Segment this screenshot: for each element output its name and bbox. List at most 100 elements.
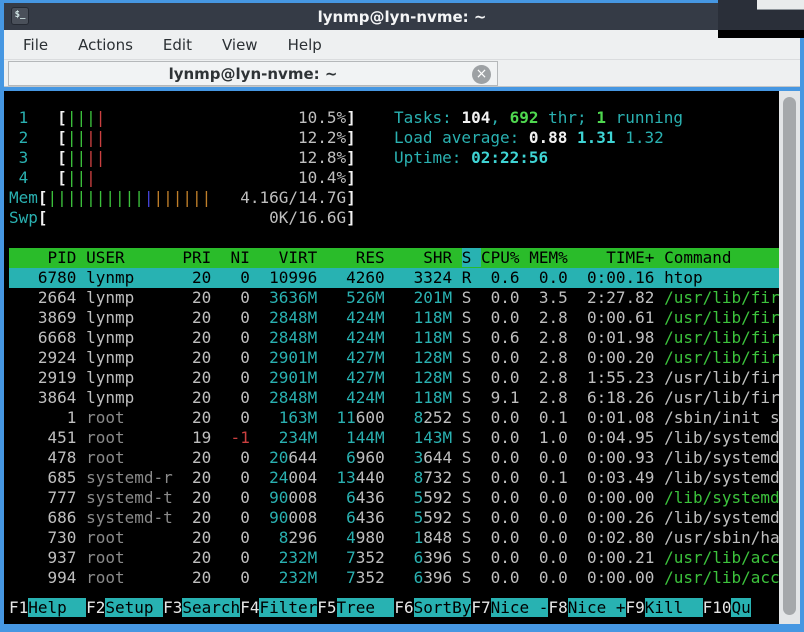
meter-bar-red: | <box>95 108 106 127</box>
cell-pri: 20 <box>182 548 221 567</box>
fkey-label-help[interactable]: Help <box>28 598 87 617</box>
cell-pid: 478 <box>9 448 87 467</box>
cell-mem: 0.0 <box>529 488 578 507</box>
cell-cpu: 0.0 <box>481 288 530 307</box>
cell-user: lynmp <box>86 268 183 287</box>
fkey-f2[interactable]: F2 <box>86 598 105 617</box>
fkey-label-kill[interactable]: Kill <box>644 598 703 617</box>
cell-mem: 0.0 <box>529 528 578 547</box>
cell-mem: 0.0 <box>529 568 578 587</box>
process-row-6780[interactable]: 6780 lynmp 20 0 10996 4260 3324 R 0.6 0.… <box>9 268 784 288</box>
terminal-tab[interactable]: lynmp@lyn-nvme: ~ × <box>8 61 498 86</box>
htop-terminal[interactable]: 1 [|||| 10.5%] 2 [|||| 12.2%] 3 [|||| 12… <box>4 91 800 624</box>
column-header-ni[interactable]: NI <box>221 248 260 267</box>
process-row-2919[interactable]: 2919 lynmp 20 0 2901M 427M 128M S 0.0 2.… <box>9 368 784 388</box>
fkey-f3[interactable]: F3 <box>163 598 182 617</box>
fkey-label-setup[interactable]: Setup <box>105 598 164 617</box>
tasks-segment: thr; <box>538 108 597 127</box>
cell-pad <box>259 508 269 527</box>
menu-item-file[interactable]: File <box>8 33 63 57</box>
swap-meter: Swp[ 0K/16.6G] <box>9 208 784 228</box>
cell-user: root <box>86 408 183 427</box>
cell-ni: 0 <box>220 288 260 307</box>
meter-value: 12.8% <box>298 148 347 167</box>
cell-ni: -1 <box>220 428 260 447</box>
menu-item-actions[interactable]: Actions <box>63 33 148 57</box>
close-icon[interactable]: × <box>472 65 491 84</box>
cell-cmd: /usr/lib/acc <box>664 568 780 587</box>
column-header-s[interactable]: S <box>461 248 482 267</box>
column-header-mem[interactable]: MEM% <box>529 248 577 267</box>
scrollbar[interactable] <box>779 91 800 624</box>
cell-s: S <box>461 288 482 307</box>
column-header-cpu[interactable]: CPU% <box>481 248 529 267</box>
menu-item-view[interactable]: View <box>207 33 273 57</box>
process-row-937[interactable]: 937 root 20 0 232M 7352 6396 S 0.0 0.0 0… <box>9 548 784 568</box>
column-header-shr[interactable]: SHR <box>394 248 461 267</box>
meter-bar-blue: | <box>143 188 154 207</box>
fkey-label-sortby[interactable]: SortBy <box>413 598 472 617</box>
cell-pad <box>327 528 346 547</box>
cell-pri: 20 <box>182 388 221 407</box>
fkey-f10[interactable]: F10 <box>703 598 732 617</box>
fkey-f9[interactable]: F9 <box>626 598 645 617</box>
cell-res: 424M <box>326 308 395 327</box>
menu-item-help[interactable]: Help <box>273 33 337 57</box>
cell-cpu: 0.0 <box>481 368 530 387</box>
process-row-3869[interactable]: 3869 lynmp 20 0 2848M 424M 118M S 0.0 2.… <box>9 308 784 328</box>
fkey-label-filter[interactable]: Filter <box>259 598 318 617</box>
cell-pid: 994 <box>9 568 87 587</box>
cell-res: 960 <box>355 448 395 467</box>
cell-pri: 20 <box>182 288 221 307</box>
function-key-bar: F1Help F2Setup F3SearchF4FilterF5Tree F6… <box>9 598 751 618</box>
cell-pad <box>327 568 346 587</box>
fkey-label-tree[interactable]: Tree <box>336 598 395 617</box>
process-row-478[interactable]: 478 root 20 0 20644 6960 3644 S 0.0 0.0 … <box>9 448 784 468</box>
load-average-line: Load average: 0.88 1.31 1.32 <box>394 128 683 148</box>
fkey-label-nice-[interactable]: Nice - <box>490 598 549 617</box>
cell-res: 4 <box>346 528 356 547</box>
fkey-f1[interactable]: F1 <box>9 598 28 617</box>
fkey-f7[interactable]: F7 <box>471 598 490 617</box>
meter-bracket-close: ] <box>346 168 356 187</box>
column-header-res[interactable]: RES <box>327 248 394 267</box>
fkey-label-nice-[interactable]: Nice + <box>567 598 626 617</box>
titlebar[interactable]: $_ lynmp@lyn-nvme: ~ <box>4 3 800 30</box>
column-header-cmd[interactable]: Command <box>664 248 780 267</box>
process-row-3864[interactable]: 3864 lynmp 20 0 2848M 424M 118M S 9.1 2.… <box>9 388 784 408</box>
meter-value: 10.4% <box>298 168 347 187</box>
cell-shr: 592 <box>423 488 462 507</box>
process-row-1[interactable]: 1 root 20 0 163M 11600 8252 S 0.0 0.1 0:… <box>9 408 784 428</box>
process-row-2664[interactable]: 2664 lynmp 20 0 3636M 526M 201M S 0.0 3.… <box>9 288 784 308</box>
cell-s: S <box>461 388 482 407</box>
fkey-f8[interactable]: F8 <box>548 598 567 617</box>
process-row-777[interactable]: 777 systemd-t 20 0 90008 6436 5592 S 0.0… <box>9 488 784 508</box>
menu-item-edit[interactable]: Edit <box>148 33 207 57</box>
cell-virt: 2901M <box>259 368 327 387</box>
cell-res: 6 <box>346 488 356 507</box>
column-header-virt[interactable]: VIRT <box>259 248 326 267</box>
cell-time: 0:00.16 <box>577 268 665 287</box>
process-row-6668[interactable]: 6668 lynmp 20 0 2848M 424M 118M S 0.6 2.… <box>9 328 784 348</box>
scrollbar-thumb[interactable] <box>783 97 796 615</box>
column-header-user[interactable]: USER <box>86 248 182 267</box>
fkey-label-search[interactable]: Search <box>182 598 241 617</box>
cell-shr: 128M <box>394 348 462 367</box>
meter-bracket-open: [ <box>37 208 48 227</box>
process-row-730[interactable]: 730 root 20 0 8296 4980 1848 S 0.0 0.0 0… <box>9 528 784 548</box>
process-row-2924[interactable]: 2924 lynmp 20 0 2901M 427M 128M S 0.0 2.… <box>9 348 784 368</box>
process-row-685[interactable]: 685 systemd-r 20 0 24004 13440 8732 S 0.… <box>9 468 784 488</box>
fkey-f5[interactable]: F5 <box>317 598 336 617</box>
process-row-994[interactable]: 994 root 20 0 232M 7352 6396 S 0.0 0.0 0… <box>9 568 784 588</box>
fkey-f6[interactable]: F6 <box>394 598 413 617</box>
meter-fill <box>211 188 240 207</box>
column-header-time[interactable]: TIME+ <box>577 248 664 267</box>
cell-s: S <box>461 468 482 487</box>
column-header-pri[interactable]: PRI <box>182 248 221 267</box>
fkey-f4[interactable]: F4 <box>240 598 259 617</box>
column-header-pid[interactable]: PID <box>9 248 86 267</box>
process-row-686[interactable]: 686 systemd-t 20 0 90008 6436 5592 S 0.0… <box>9 508 784 528</box>
fkey-label-qu[interactable]: Qu <box>731 598 751 617</box>
process-row-451[interactable]: 451 root 19 -1 234M 144M 143M S 0.0 1.0 … <box>9 428 784 448</box>
cell-cmd: /usr/lib/fir <box>664 328 780 347</box>
